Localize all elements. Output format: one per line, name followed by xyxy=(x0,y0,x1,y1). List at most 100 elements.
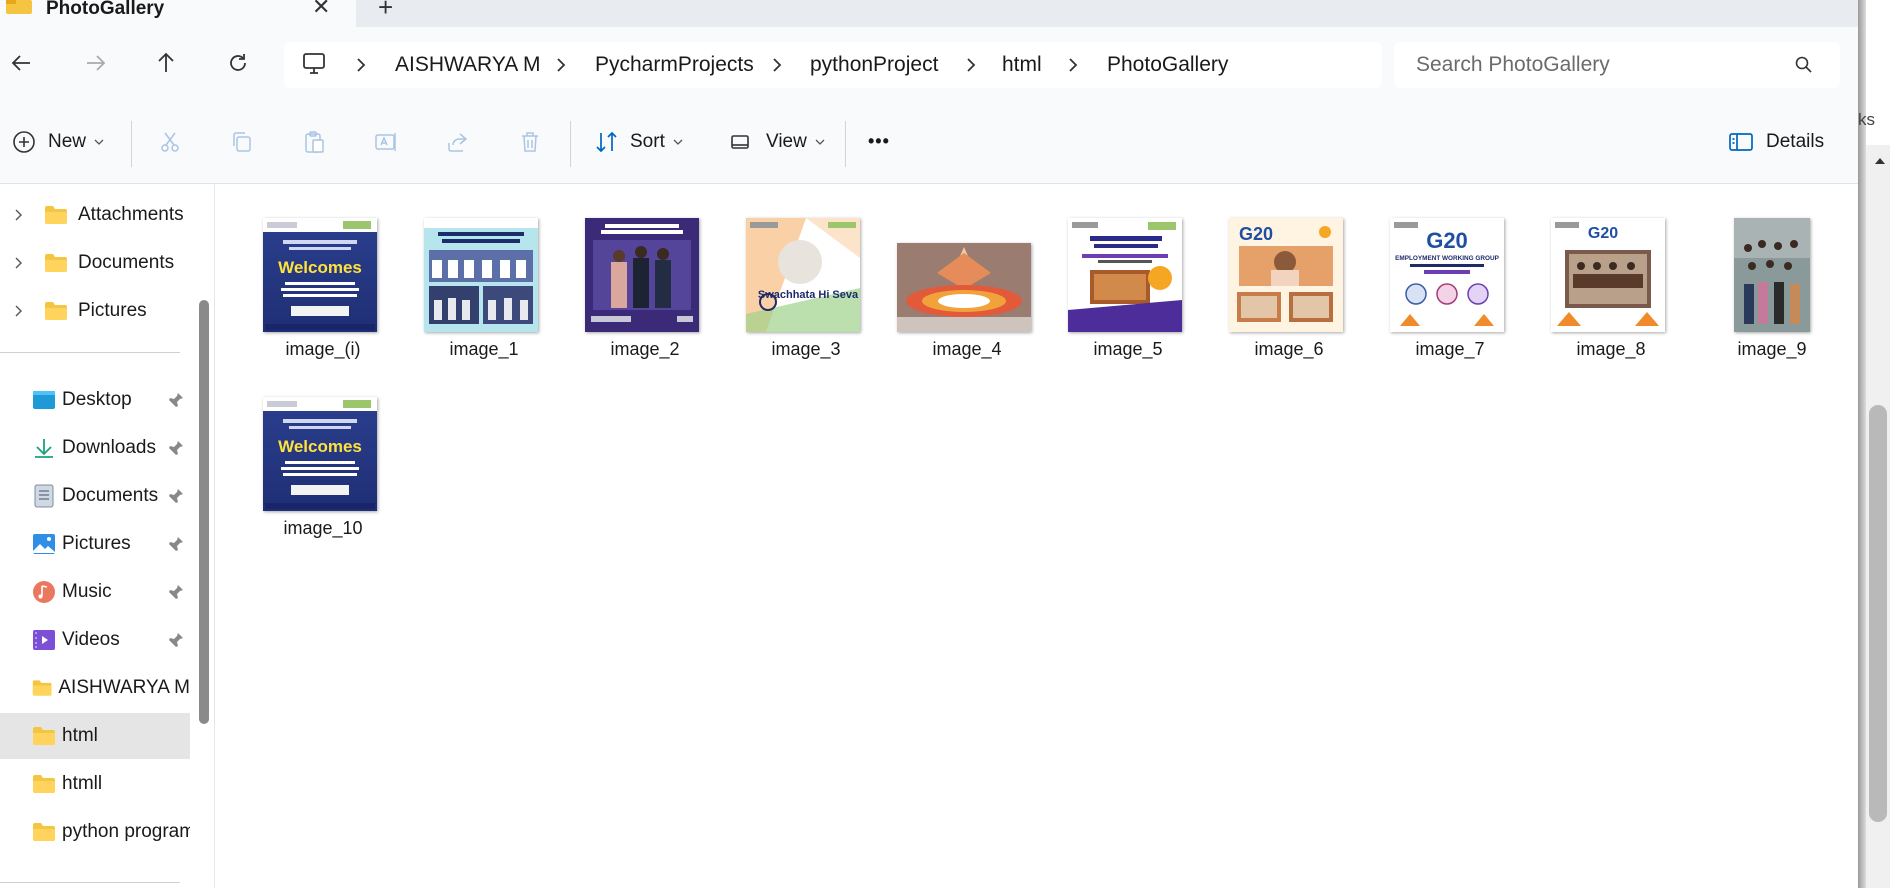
file-name: image_7 xyxy=(1415,339,1485,359)
address-bar[interactable]: AISHWARYA M PycharmProjects pythonProjec… xyxy=(284,42,1382,88)
folder-icon xyxy=(33,823,55,841)
sidebar-item-label: Pictures xyxy=(62,533,131,554)
breadcrumb-pythonproject[interactable]: pythonProject xyxy=(810,53,938,77)
sidebar-item-documents[interactable]: Documents xyxy=(0,473,190,519)
sidebar-item-html[interactable]: html xyxy=(0,713,190,759)
details-button[interactable]: Details xyxy=(1728,99,1824,184)
sidebar-item-aishwarya-m[interactable]: AISHWARYA M xyxy=(0,665,190,711)
sidebar-item-music[interactable]: Music xyxy=(0,569,190,615)
forward-arrow-icon xyxy=(87,55,106,71)
new-button[interactable]: New xyxy=(12,99,104,184)
file-name: image_5 xyxy=(1093,339,1163,359)
file-tile-image-5[interactable]: image_5 xyxy=(1053,214,1203,384)
thumbnail xyxy=(1068,218,1182,332)
sidebar-item-label: AISHWARYA M xyxy=(58,677,190,698)
file-tile-image-i[interactable]: Welcomes image_(i) xyxy=(248,214,398,384)
tab-photogallery[interactable]: PhotoGallery ✕ xyxy=(0,0,356,27)
sort-button[interactable]: Sort xyxy=(594,99,683,184)
pin-icon xyxy=(169,537,183,551)
content-scrollbar-thumb[interactable] xyxy=(1869,405,1887,822)
cut-button[interactable] xyxy=(158,99,182,184)
file-tile-image-2[interactable]: image_2 xyxy=(570,214,720,384)
breadcrumb-html[interactable]: html xyxy=(1002,53,1042,77)
forward-button[interactable] xyxy=(77,45,113,81)
file-tile-image-6[interactable]: G20 image_6 xyxy=(1214,214,1364,384)
sidebar-item-label: Music xyxy=(62,581,112,602)
sidebar-item-label: Documents xyxy=(62,485,159,506)
refresh-button[interactable] xyxy=(220,45,256,81)
sidebar-item-pictures-tree[interactable]: Pictures xyxy=(0,288,190,334)
scroll-up-arrow-icon[interactable] xyxy=(1874,156,1886,166)
thumbnail xyxy=(1734,218,1810,332)
navigation-pane: Attachments Documents Pictures Desktop D… xyxy=(0,184,190,888)
up-button[interactable] xyxy=(148,45,184,81)
sort-label: Sort xyxy=(630,130,665,152)
thumbnail xyxy=(424,218,538,332)
thumbnail: Welcomes xyxy=(263,397,377,511)
sidebar-item-python-program[interactable]: python program xyxy=(0,809,190,855)
cut-icon xyxy=(161,132,179,152)
rename-button[interactable] xyxy=(374,99,398,184)
background-window-text: ks xyxy=(1858,110,1875,129)
more-options-icon: ••• xyxy=(868,131,890,151)
pin-icon xyxy=(169,441,183,455)
folder-icon xyxy=(33,727,55,745)
sort-icon xyxy=(596,131,617,152)
delete-button[interactable] xyxy=(518,99,542,184)
breadcrumb-photogallery[interactable]: PhotoGallery xyxy=(1107,53,1228,77)
thumbnail: Swachhata Hi Seva xyxy=(746,218,860,332)
sidebar-divider xyxy=(0,882,180,883)
sidebar-item-desktop[interactable]: Desktop xyxy=(0,377,190,423)
up-arrow-icon xyxy=(158,52,174,72)
share-button[interactable] xyxy=(446,99,470,184)
pin-icon xyxy=(169,489,183,503)
sidebar-item-videos[interactable]: Videos xyxy=(0,617,190,663)
sidebar-item-documents-tree[interactable]: Documents xyxy=(0,240,190,286)
chevron-right-icon xyxy=(1069,58,1078,72)
file-name: image_1 xyxy=(449,339,519,359)
paste-icon xyxy=(305,130,324,153)
chevron-down-icon xyxy=(815,139,825,145)
sidebar-item-htmll[interactable]: htmll xyxy=(0,761,190,807)
close-tab-button[interactable]: ✕ xyxy=(312,0,330,20)
search-input[interactable]: Search PhotoGallery xyxy=(1394,42,1840,88)
file-name: image_4 xyxy=(932,339,1002,359)
pin-icon xyxy=(169,393,183,407)
rename-icon xyxy=(375,132,396,151)
file-tile-image-4[interactable]: image_4 xyxy=(892,214,1042,384)
view-icon xyxy=(731,134,749,149)
thumbnail: G20 EMPLOYMENT WORKING GROUP xyxy=(1390,218,1504,332)
folder-icon xyxy=(33,775,55,793)
file-tile-image-1[interactable]: image_1 xyxy=(409,214,559,384)
view-button[interactable]: View xyxy=(728,99,825,184)
back-button[interactable] xyxy=(4,45,40,81)
paste-button[interactable] xyxy=(302,99,326,184)
file-tile-image-3[interactable]: Swachhata Hi Seva image_3 xyxy=(731,214,881,384)
breadcrumb-pycharmprojects[interactable]: PycharmProjects xyxy=(595,53,754,77)
chevron-right-icon xyxy=(15,305,22,317)
file-tile-image-8[interactable]: G20 image_8 xyxy=(1536,214,1686,384)
search-icon xyxy=(1795,56,1812,73)
sidebar-item-pictures[interactable]: Pictures xyxy=(0,521,190,567)
file-tile-image-9[interactable]: image_9 xyxy=(1697,214,1847,384)
new-tab-button[interactable]: + xyxy=(378,0,393,23)
tab-strip: PhotoGallery ✕ + xyxy=(0,0,1858,27)
sidebar-scrollbar[interactable] xyxy=(199,300,209,724)
sidebar-item-downloads[interactable]: Downloads xyxy=(0,425,190,471)
file-name: image_(i) xyxy=(285,339,361,359)
sidebar-divider xyxy=(0,352,180,353)
copy-button[interactable] xyxy=(230,99,254,184)
search-placeholder: Search PhotoGallery xyxy=(1416,53,1610,76)
pin-icon xyxy=(169,633,183,647)
navigation-bar: AISHWARYA M PycharmProjects pythonProjec… xyxy=(0,27,1858,99)
more-options-button[interactable]: ••• xyxy=(868,99,890,184)
breadcrumb-aishwarya-m[interactable]: AISHWARYA M xyxy=(395,53,540,77)
plus-circle-icon xyxy=(13,130,35,153)
file-tile-image-10[interactable]: Welcomes image_10 xyxy=(248,393,398,563)
file-tile-image-7[interactable]: G20 EMPLOYMENT WORKING GROUP image_7 xyxy=(1375,214,1525,384)
sidebar-item-attachments[interactable]: Attachments xyxy=(0,192,190,238)
videos-icon xyxy=(33,630,55,650)
chevron-down-icon xyxy=(673,139,683,145)
file-grid: Welcomes image_(i) image_1 image_2 Swach… xyxy=(215,184,1858,888)
toolbar-separator xyxy=(845,121,846,167)
